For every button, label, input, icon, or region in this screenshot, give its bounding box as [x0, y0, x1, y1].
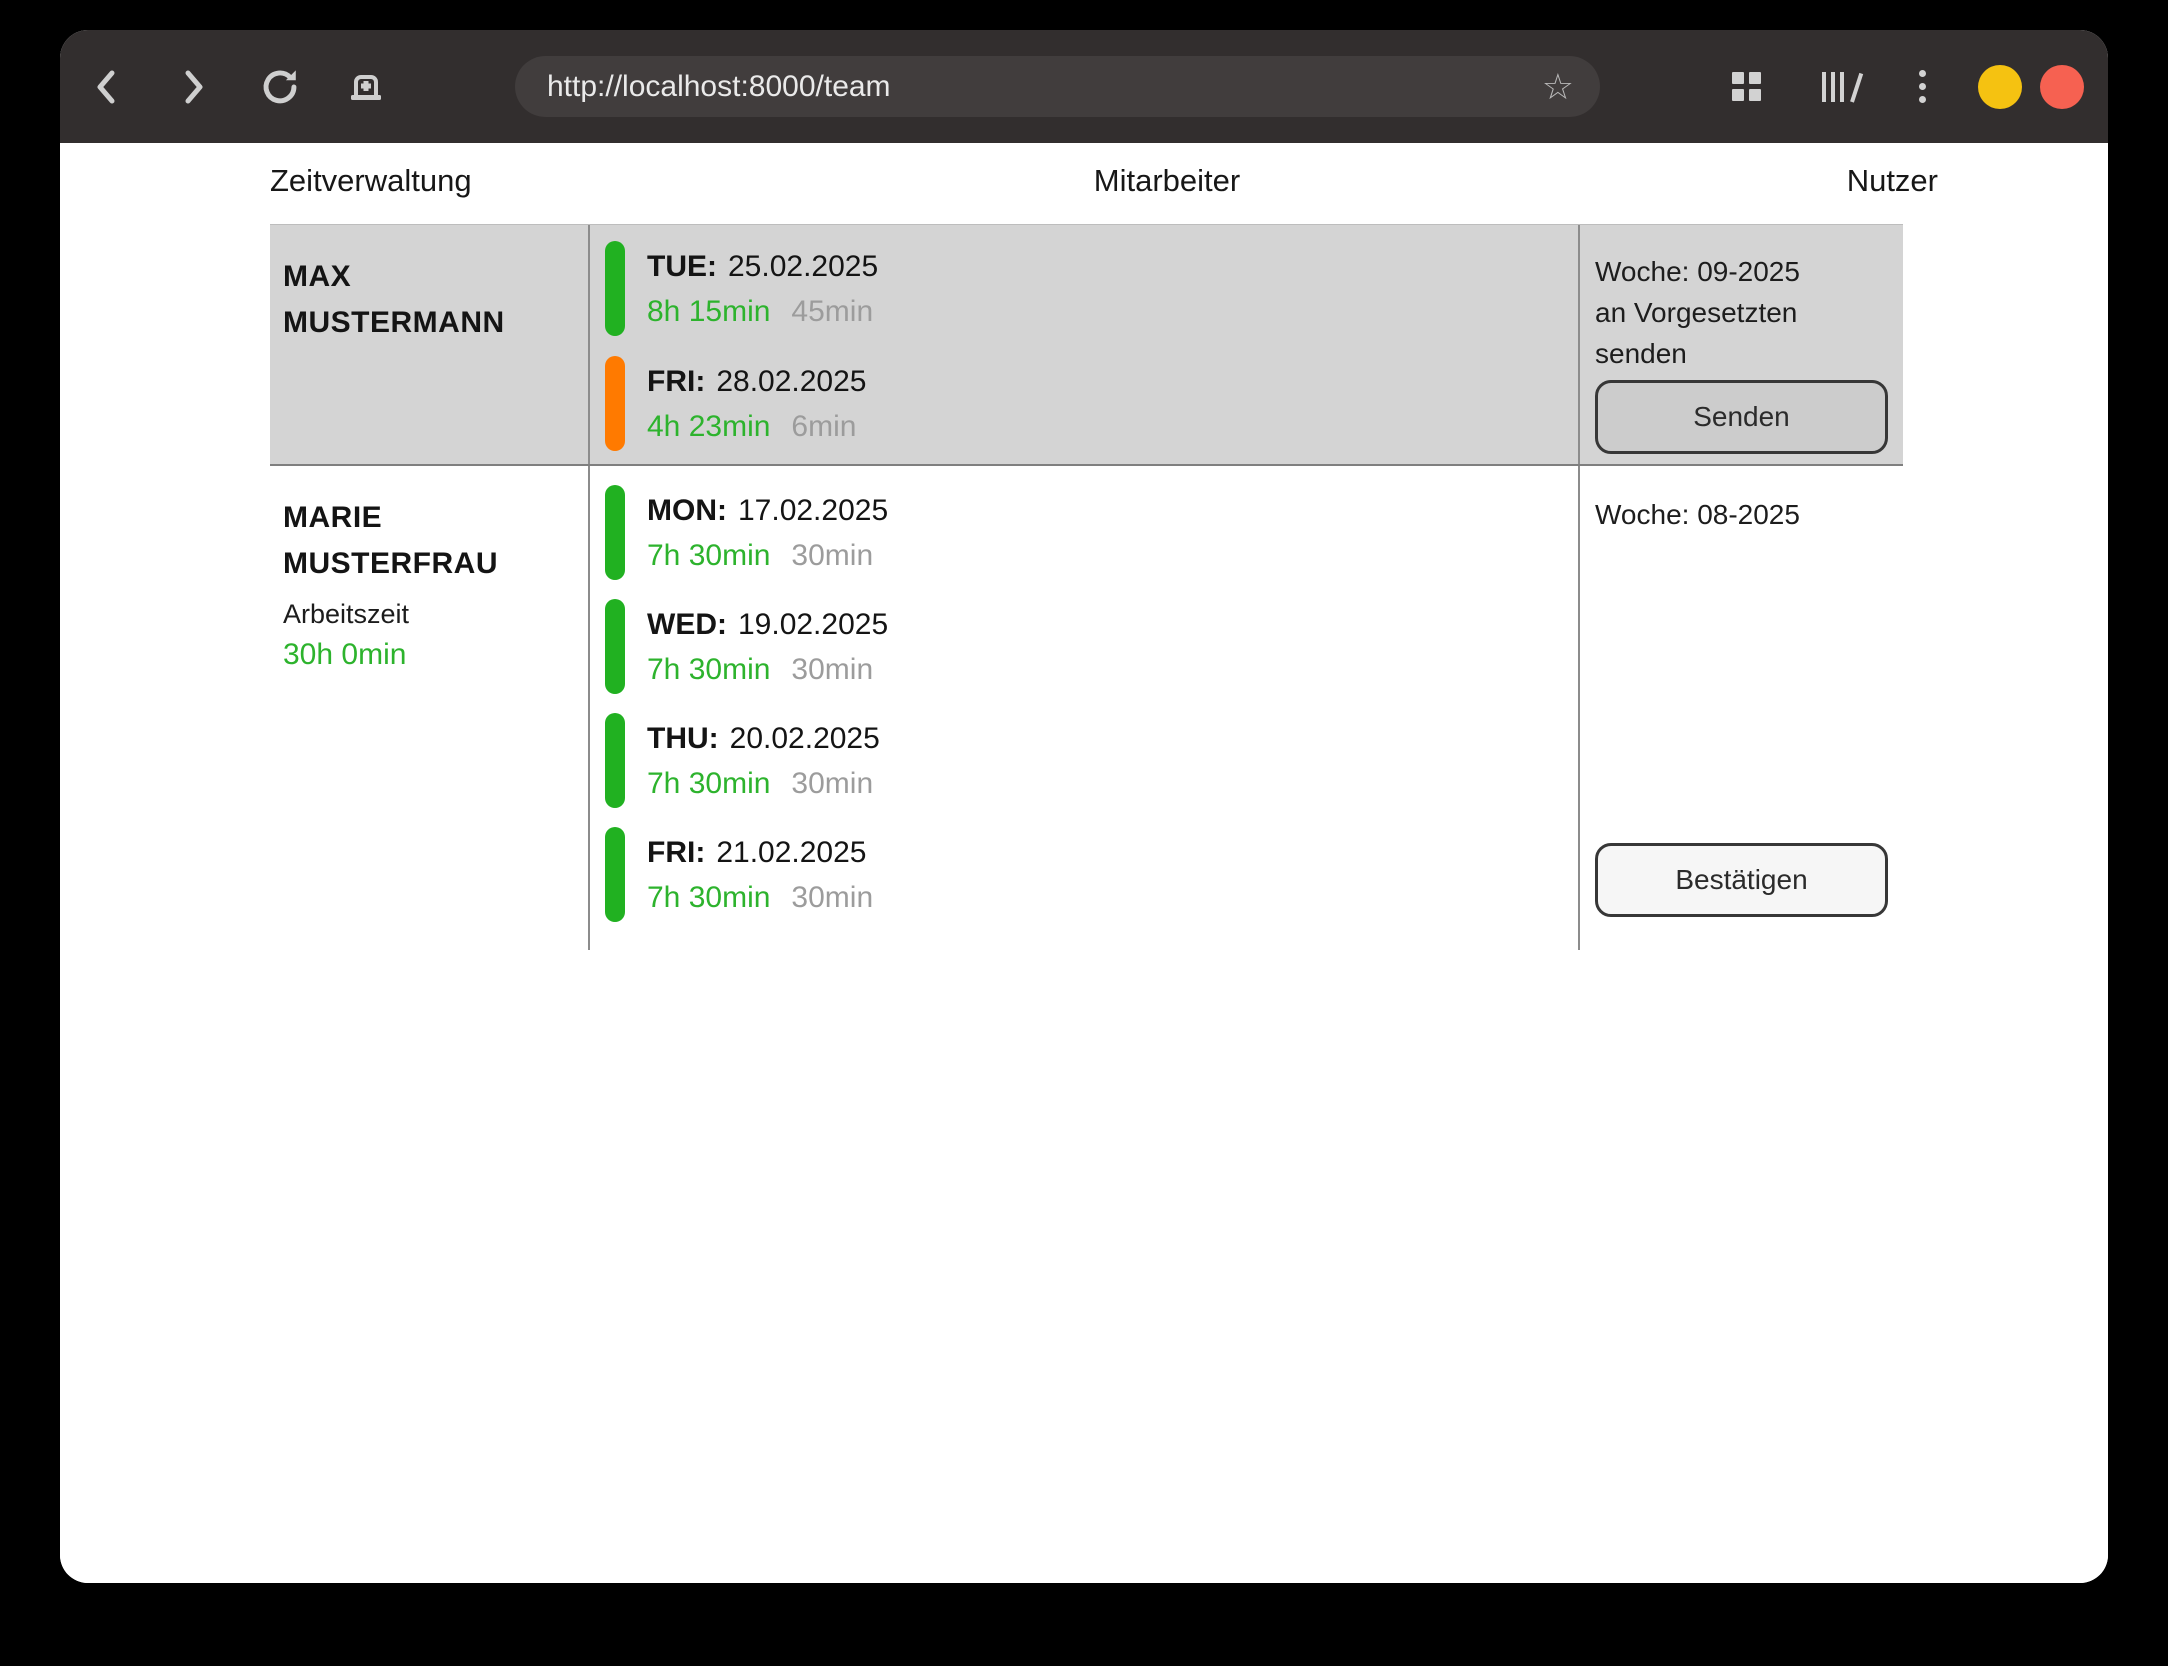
url-text: http://localhost:8000/team: [547, 70, 1542, 104]
entry-worked-time: 7h 30min: [647, 881, 770, 914]
week-panel-text: senden: [1595, 333, 1888, 374]
library-button[interactable]: [1814, 63, 1862, 111]
entry-break-time: 30min: [791, 653, 873, 686]
forward-icon: [179, 66, 209, 108]
senden-button[interactable]: Senden: [1595, 380, 1888, 454]
worktime-total: 30h 0min: [283, 635, 578, 675]
entry-break-time: 30min: [791, 881, 873, 914]
bookmark-star-icon[interactable]: ☆: [1542, 69, 1574, 105]
url-bar[interactable]: http://localhost:8000/team ☆: [515, 56, 1600, 117]
reload-button[interactable]: [256, 63, 304, 111]
entry-break-time: 30min: [791, 767, 873, 800]
back-icon: [91, 66, 121, 108]
reload-icon: [258, 65, 302, 109]
minimize-button[interactable]: [1978, 65, 2022, 109]
time-entry: FRI: 21.02.2025 7h 30min 30min: [605, 827, 1578, 922]
browser-window: http://localhost:8000/team ☆ Zeitve: [60, 30, 2108, 1583]
page-content: Zeitverwaltung Mitarbeiter Nutzer MAX MU…: [60, 143, 2108, 1583]
employee-name-line: MARIE: [283, 495, 578, 541]
tab-grid-icon: [1732, 72, 1761, 101]
entry-day: FRI:: [647, 836, 705, 869]
status-bar-green: [605, 241, 625, 336]
status-bar-green: [605, 713, 625, 808]
entry-date: 19.02.2025: [738, 608, 888, 641]
time-entry: THU: 20.02.2025 7h 30min 30min: [605, 713, 1578, 808]
entry-worked-time: 7h 30min: [647, 653, 770, 686]
entry-date: 28.02.2025: [716, 365, 866, 398]
time-entry: TUE: 25.02.2025 8h 15min 45min: [605, 241, 1578, 336]
entry-break-time: 45min: [791, 295, 873, 328]
employee-row-max: MAX MUSTERMANN TUE: 25.02.2025 8h 15min 45…: [270, 224, 1903, 466]
new-tab-button[interactable]: [342, 63, 390, 111]
entry-break-time: 6min: [791, 410, 856, 443]
week-panel: Woche: 08-2025 Bestätigen: [1578, 466, 1903, 950]
status-bar-orange: [605, 356, 625, 451]
week-panel-text: Woche: 08-2025: [1595, 495, 1888, 535]
week-panel-text: Woche: 09-2025: [1595, 251, 1888, 292]
week-panel-text: an Vorgesetzten: [1595, 292, 1888, 333]
entry-date: 20.02.2025: [730, 722, 880, 755]
tab-overview-button[interactable]: [1722, 63, 1770, 111]
entry-worked-time: 7h 30min: [647, 767, 770, 800]
entry-break-time: 30min: [791, 539, 873, 572]
close-button[interactable]: [2040, 65, 2084, 109]
nav-mitarbeiter[interactable]: Mitarbeiter: [1094, 163, 1240, 199]
employee-table: MAX MUSTERMANN TUE: 25.02.2025 8h 15min 45…: [270, 224, 1903, 950]
status-bar-green: [605, 599, 625, 694]
bestaetigen-button[interactable]: Bestätigen: [1595, 843, 1888, 917]
employee-name-line: MUSTERFRAU: [283, 541, 578, 587]
status-bar-green: [605, 485, 625, 580]
employee-row-marie: MARIE MUSTERFRAU Arbeitszeit 30h 0min MO…: [270, 466, 1903, 950]
new-tab-icon: [346, 69, 386, 105]
status-bar-green: [605, 827, 625, 922]
entry-day: TUE:: [647, 250, 717, 283]
employee-name-cell: MAX MUSTERMANN: [270, 225, 588, 464]
time-entry: WED: 19.02.2025 7h 30min 30min: [605, 599, 1578, 694]
entry-day: WED:: [647, 608, 727, 641]
browser-toolbar: http://localhost:8000/team ☆: [60, 30, 2108, 143]
entry-day: FRI:: [647, 365, 705, 398]
entry-worked-time: 4h 23min: [647, 410, 770, 443]
employee-name-line: MAX: [283, 254, 578, 300]
library-icon: [1818, 70, 1858, 104]
time-entries-cell: TUE: 25.02.2025 8h 15min 45min FRI: 28.02.2…: [588, 225, 1578, 464]
entry-day: MON:: [647, 494, 727, 527]
page-nav: Zeitverwaltung Mitarbeiter Nutzer: [60, 163, 2108, 209]
back-button[interactable]: [82, 63, 130, 111]
entry-date: 17.02.2025: [738, 494, 888, 527]
menu-button[interactable]: [1898, 63, 1946, 111]
forward-button[interactable]: [170, 63, 218, 111]
employee-name-line: MUSTERMANN: [283, 300, 578, 346]
week-panel: Woche: 09-2025 an Vorgesetzten senden Se…: [1578, 225, 1903, 464]
desktop-background: http://localhost:8000/team ☆ Zeitve: [0, 0, 2168, 1666]
entry-day: THU:: [647, 722, 719, 755]
time-entry: MON: 17.02.2025 7h 30min 30min: [605, 485, 1578, 580]
time-entries-cell: MON: 17.02.2025 7h 30min 30min WED: 19.02.2…: [588, 466, 1578, 950]
nav-nutzer[interactable]: Nutzer: [1847, 163, 1938, 199]
time-entry: FRI: 28.02.2025 4h 23min 6min: [605, 356, 1578, 451]
entry-date: 25.02.2025: [728, 250, 878, 283]
nav-zeitverwaltung[interactable]: Zeitverwaltung: [270, 163, 472, 199]
entry-worked-time: 8h 15min: [647, 295, 770, 328]
entry-date: 21.02.2025: [716, 836, 866, 869]
employee-name-cell: MARIE MUSTERFRAU Arbeitszeit 30h 0min: [270, 466, 588, 950]
kebab-menu-icon: [1919, 70, 1926, 103]
entry-worked-time: 7h 30min: [647, 539, 770, 572]
worktime-label: Arbeitszeit: [283, 595, 578, 633]
